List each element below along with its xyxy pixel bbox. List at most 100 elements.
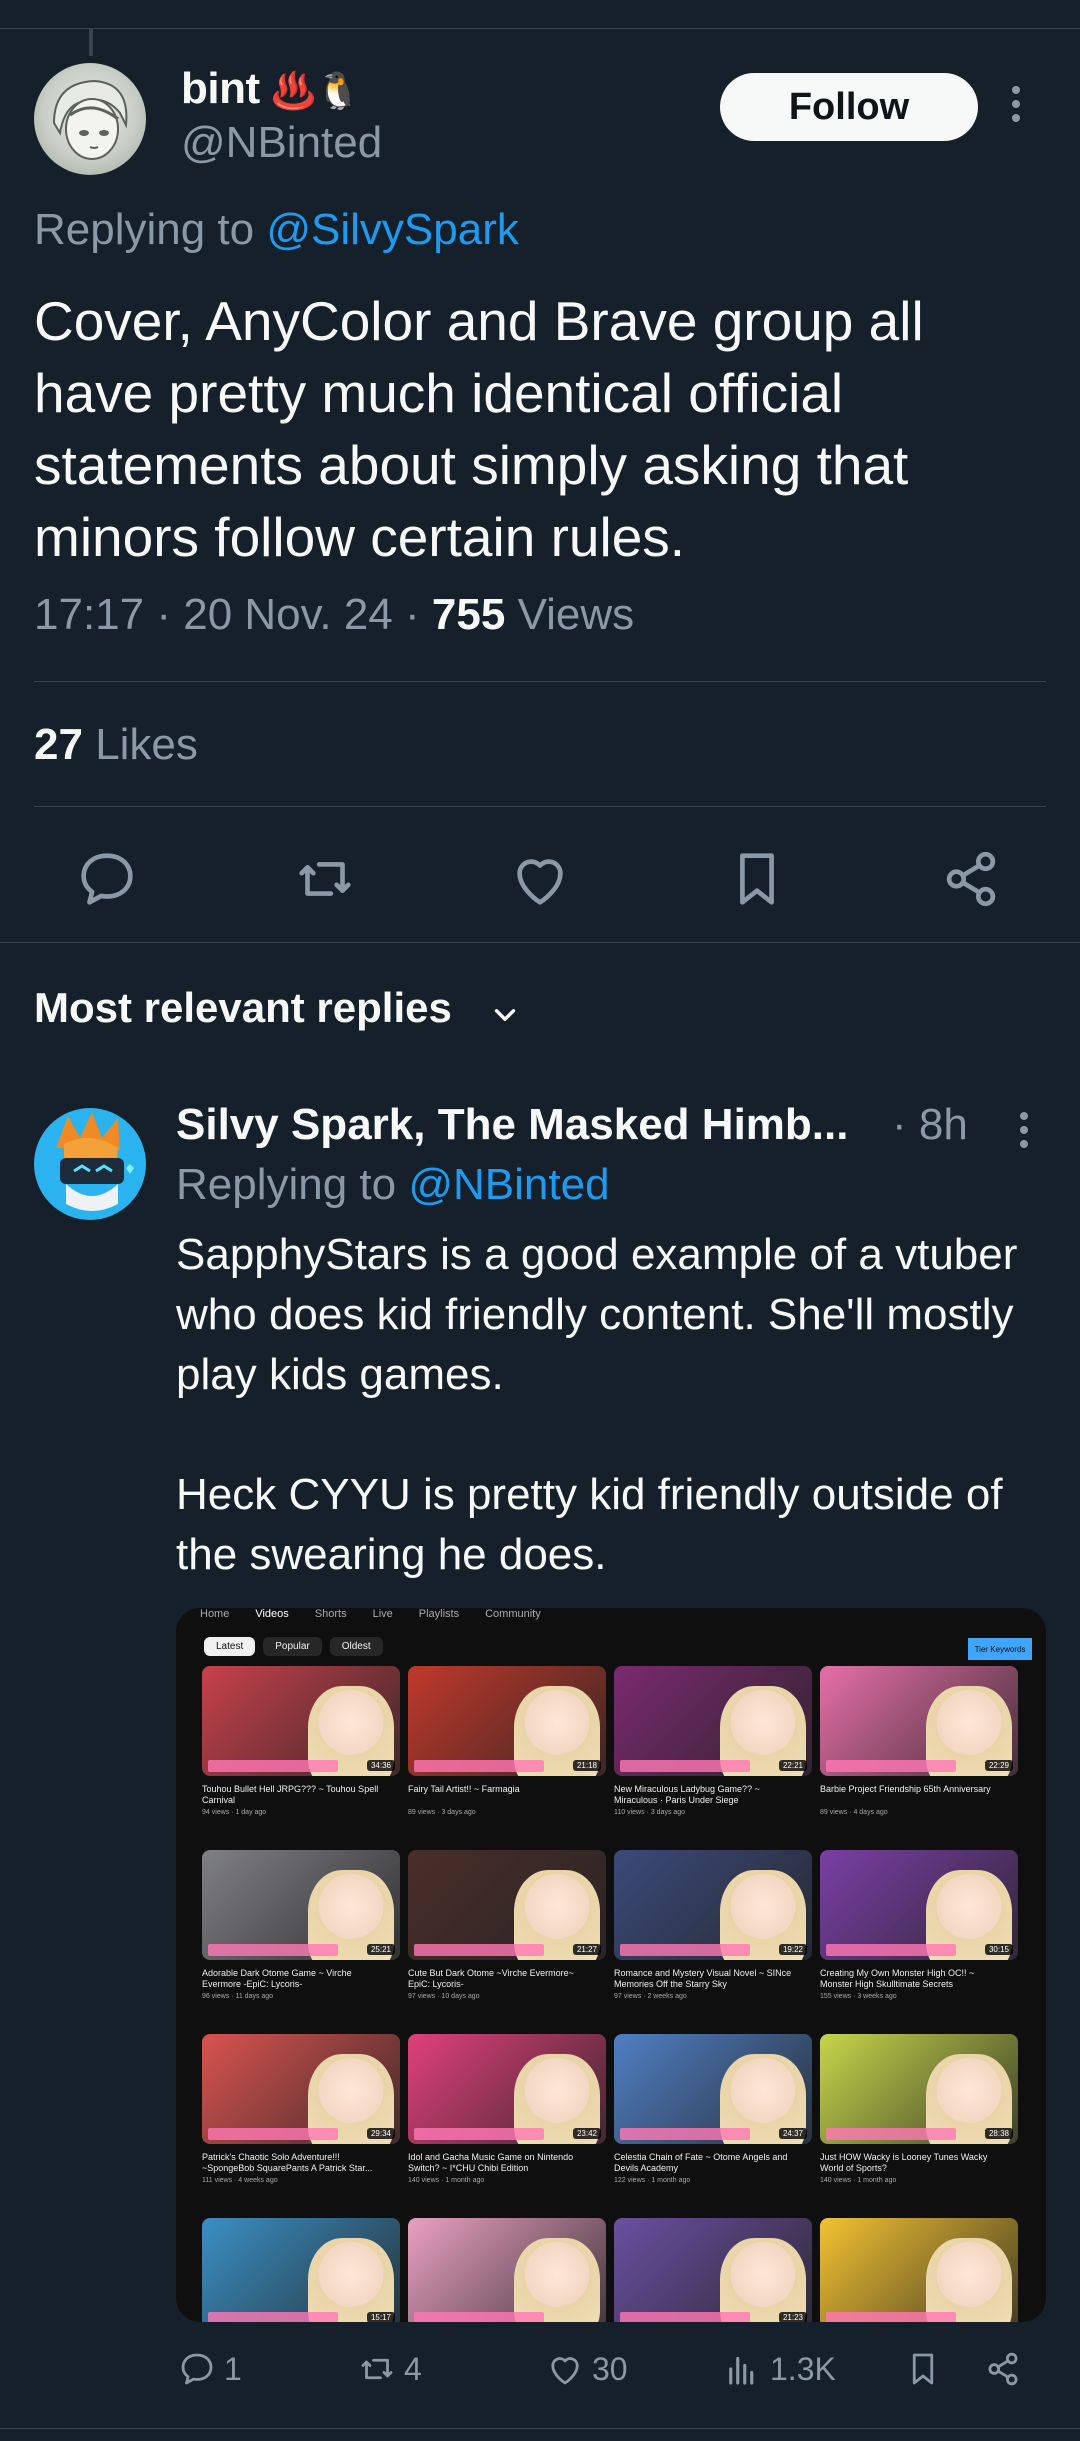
more-options-icon[interactable] [1010,86,1022,130]
tweet-date[interactable]: 20 Nov. 24 [183,590,393,639]
reply-like-button[interactable]: 30 [544,2344,628,2394]
share-icon[interactable] [936,844,1006,914]
video-title: Celestia Chain of Fate ~ Otome Angels an… [614,2152,788,2173]
video-card: 15:17 [202,2218,400,2322]
bookmark-icon[interactable] [722,844,792,914]
video-thumbnail: 15:17 [202,2218,400,2322]
video-title: Idol and Gacha Music Game on Nintendo Sw… [408,2152,574,2173]
likes-label: Likes [95,720,198,769]
video-card: 24:37 Celestia Chain of Fate ~ Otome Ange… [614,2034,812,2184]
video-duration: 24:37 [778,2128,807,2139]
chevron-down-icon[interactable] [488,998,522,1032]
replying-to: Replying to @SilvySpark [34,205,519,254]
bookmark-icon[interactable] [902,2344,950,2394]
video-thumbnail: 23:42 [408,2034,606,2144]
thumbnail-banner [620,2128,750,2140]
youtube-tab: Shorts [314,1608,347,1620]
video-duration: 21:18 [572,1760,601,1771]
video-thumbnail: 21:23 [614,2218,812,2322]
video-thumbnail [820,2218,1018,2322]
youtube-tab: Community [485,1608,541,1620]
video-meta: 94 views · 1 day ago [202,1809,267,1816]
divider [34,681,1046,682]
video-card: 34:36 Touhou Bullet Hell JRPG??? ~ Touhou… [202,1666,400,1816]
reply-avatar[interactable] [34,1108,146,1220]
top-divider [0,28,1080,29]
tweet-time[interactable]: 17:17 [34,590,144,639]
views-icon [729,2356,754,2385]
video-card: 22:29 Barbie Project Friendship 65th Anni… [820,1666,1018,1816]
divider [34,806,1046,807]
reply-icon [181,2353,213,2385]
thumbnail-banner [620,1944,750,1956]
video-meta: 97 views · 2 weeks ago [614,1993,687,2000]
views-count: 1.3K [770,2350,836,2387]
reply-text: SapphyStars is a good example of a vtube… [176,1230,1018,1579]
video-duration: 22:21 [778,1760,807,1771]
thumbnail-banner [826,1760,956,1772]
video-thumbnail: 19:22 [614,1850,812,1960]
video-thumbnail: 24:37 [614,2034,812,2144]
video-duration: 21:27 [572,1944,601,1955]
video-card: 30:15 Creating My Own Monster High OC!! ~… [820,1850,1018,2000]
more-options-icon[interactable] [1018,1112,1030,1156]
video-card [820,2218,1018,2322]
video-meta: 97 views · 10 days ago [408,1993,480,2000]
video-card: 23:42 Idol and Gacha Music Game on Ninten… [408,2034,606,2184]
retweet-icon [361,2358,393,2380]
video-duration: 28:38 [984,2128,1013,2139]
like-icon [551,2357,579,2385]
display-name[interactable]: bint ♨️🐧 [181,64,361,114]
video-card: 28:38 Just HOW Wacky is Looney Tunes Wack… [820,2034,1018,2184]
follow-button[interactable]: Follow [720,73,978,141]
video-duration: 21:23 [778,2312,807,2322]
replies-sort-title[interactable]: Most relevant replies [34,984,452,1032]
video-duration: 22:29 [984,1760,1013,1771]
video-meta: 96 views · 11 days ago [202,1993,274,2000]
video-title: Cute But Dark Otome ~Virche Evermore~ Ep… [408,1968,574,1989]
likes-link[interactable]: 27 Likes [34,720,198,770]
thumbnail-banner [414,1760,544,1772]
video-thumbnail [408,2218,606,2322]
video-title: Patrick's Chaotic Solo Adventure!!! ~Spo… [202,2152,373,2173]
thumbnail-banner [414,2128,544,2140]
video-title: Romance and Mystery Visual Novel ~ SINce… [614,1968,792,1989]
reply-reply-button[interactable]: 1 [176,2344,242,2394]
reply-media-image[interactable]: Home Videos Shorts Live Playlists Community L… [176,1608,1046,2322]
reply-display-name[interactable]: Silvy Spark, The Masked Himb... [176,1100,848,1150]
video-title: New Miraculous Ladybug Game?? ~ Miraculo… [614,1784,760,1805]
video-thumbnail: 21:18 [408,1666,606,1776]
like-icon[interactable] [505,844,575,914]
video-thumbnail: 22:21 [614,1666,812,1776]
video-thumbnail: 29:34 [202,2034,400,2144]
user-handle[interactable]: @NBinted [181,118,382,168]
retweet-count: 4 [404,2350,422,2387]
video-card: 21:27 Cute But Dark Otome ~Virche Evermor… [408,1850,606,2000]
reply-views-button[interactable]: 1.3K [722,2344,836,2394]
thumbnail-banner [208,1760,338,1772]
reply-icon[interactable] [72,844,142,914]
reply-retweet-button[interactable]: 4 [356,2344,422,2394]
reply-time[interactable]: · 8h [892,1100,968,1150]
video-duration: 29:34 [366,2128,395,2139]
video-meta: 111 views · 4 weeks ago [202,2177,278,2184]
video-thumbnail: 21:27 [408,1850,606,1960]
video-title: Just HOW Wacky is Looney Tunes Wacky Wor… [820,2152,988,2173]
video-card: 29:34 Patrick's Chaotic Solo Adventure!!!… [202,2034,400,2184]
mention-link[interactable]: @NBinted [408,1160,609,1209]
video-meta: 122 views · 1 month ago [614,2177,691,2184]
video-meta: 89 views · 4 days ago [820,1809,888,1816]
mention-link[interactable]: @SilvySpark [266,205,519,254]
video-card: 21:18 Fairy Tail Artist!! ~ Farmagia 89 vi… [408,1666,606,1816]
youtube-sort-chips: Latest Popular Oldest [204,1636,391,1656]
bottom-divider [0,2428,1080,2429]
avatar[interactable] [34,63,146,175]
video-title: Creating My Own Monster High OC!! ~ Mons… [820,1968,975,1989]
video-meta: 155 views · 3 weeks ago [820,1993,897,2000]
retweet-icon[interactable] [290,844,360,914]
youtube-tab: Home [200,1608,230,1620]
video-title: Barbie Project Friendship 65th Anniversa… [820,1784,991,1794]
video-title: Touhou Bullet Hell JRPG??? ~ Touhou Spel… [202,1784,379,1805]
thumbnail-banner [620,2312,750,2322]
share-icon[interactable] [982,2344,1030,2394]
